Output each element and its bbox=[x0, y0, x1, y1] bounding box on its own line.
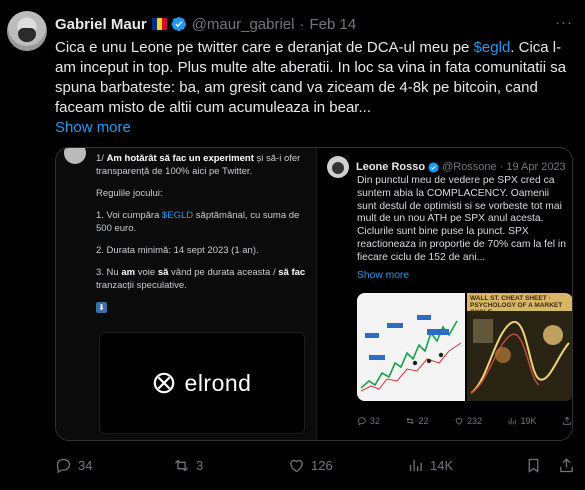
quoted-text: Din punctul meu de vedere pe SPX cred ca… bbox=[357, 175, 566, 263]
screenshot-line: 1/ bbox=[96, 153, 107, 164]
share-icon bbox=[560, 457, 573, 472]
separator-dot: · bbox=[499, 161, 504, 173]
quoted-retweet[interactable]: 22 bbox=[405, 416, 429, 426]
like-count: 126 bbox=[311, 457, 333, 473]
quoted-actions: 32 22 232 19K bbox=[357, 416, 572, 426]
heart-icon bbox=[455, 418, 463, 425]
rule-text: 2. Durata minimă: 14 sept 2023 (1 an). bbox=[96, 245, 259, 256]
quoted-views-count: 19K bbox=[520, 416, 537, 426]
tweet-date[interactable]: Feb 14 bbox=[309, 16, 356, 33]
heart-icon bbox=[290, 459, 303, 472]
screenshot-image-left[interactable]: 1/ Am hotărât să fac un experiment și să… bbox=[56, 148, 316, 440]
media-container[interactable]: 1/ Am hotărât să fac un experiment și să… bbox=[55, 147, 573, 441]
elrond-logo-card: elrond bbox=[99, 332, 305, 434]
rule-bold: să fac bbox=[278, 267, 306, 278]
author-avatar[interactable] bbox=[7, 11, 47, 51]
tweet-header: Gabriel Maur @maur_gabriel · Feb 14 bbox=[55, 14, 356, 34]
bookmark-button[interactable] bbox=[525, 457, 542, 474]
quoted-retweet-count: 22 bbox=[418, 416, 429, 426]
like-button[interactable]: 126 bbox=[288, 457, 333, 474]
cashtag-link[interactable]: $egld bbox=[474, 39, 511, 56]
quoted-reply[interactable]: 32 bbox=[357, 416, 380, 426]
views-button[interactable]: 14K bbox=[407, 457, 453, 474]
screenshot-avatar bbox=[64, 148, 86, 164]
retweet-icon bbox=[406, 417, 415, 425]
quoted-handle: @Rossone bbox=[442, 161, 497, 173]
share-button[interactable] bbox=[558, 457, 575, 474]
romania-flag-icon bbox=[151, 18, 167, 30]
quoted-like-count: 232 bbox=[466, 416, 482, 426]
rule-text: 1. Voi cumpăra bbox=[96, 210, 163, 221]
quoted-name: Leone Rosso bbox=[356, 161, 426, 173]
quoted-share[interactable] bbox=[562, 416, 572, 426]
verified-badge-icon bbox=[428, 161, 439, 173]
views-count: 14K bbox=[430, 457, 454, 473]
author-name[interactable]: Gabriel Maur bbox=[55, 16, 147, 33]
spx-chart-graphic bbox=[357, 293, 465, 401]
retweet-icon bbox=[175, 459, 188, 471]
tweet-text-part: Cica e unu Leone pe twitter care e deran… bbox=[55, 39, 474, 56]
more-options-icon[interactable]: ··· bbox=[555, 14, 573, 31]
verified-badge-icon bbox=[171, 17, 186, 32]
show-more-link[interactable]: Show more bbox=[55, 119, 131, 136]
down-arrow-icon: ⬇ bbox=[96, 302, 107, 313]
quoted-avatar bbox=[327, 156, 349, 178]
elrond-logo-icon bbox=[153, 372, 174, 394]
tweet-actions: 34 3 126 14K bbox=[55, 453, 575, 477]
screenshot-text: 1/ Am hotărât să fac un experiment și să… bbox=[96, 152, 306, 323]
quoted-like[interactable]: 232 bbox=[454, 416, 482, 426]
quoted-views[interactable]: 19K bbox=[507, 416, 536, 426]
quoted-show-more[interactable]: Show more bbox=[357, 270, 409, 281]
elrond-wordmark: elrond bbox=[184, 369, 252, 396]
rule-bold: să bbox=[157, 267, 169, 278]
quoted-reply-count: 32 bbox=[370, 416, 381, 426]
spx-chart-image[interactable] bbox=[357, 293, 465, 401]
quoted-tweet[interactable]: Leone Rosso @Rossone · 19 Apr 2023 Din p… bbox=[316, 148, 572, 440]
screenshot-line-bold: Am hotărât să fac un experiment bbox=[106, 153, 254, 164]
reply-icon bbox=[56, 458, 71, 473]
rule-text: tranzacții speculative. bbox=[96, 280, 187, 291]
rule-cashtag: $EGLD bbox=[162, 210, 194, 221]
rule-text: 3. Nu bbox=[96, 267, 122, 278]
bookmark-icon bbox=[528, 458, 539, 473]
reply-icon bbox=[358, 417, 366, 426]
rule-bold: am bbox=[121, 267, 136, 278]
reply-count: 34 bbox=[78, 457, 93, 473]
market-cycle-image[interactable]: WALL ST. CHEAT SHEET · PSYCHOLOGY OF A M… bbox=[467, 293, 572, 401]
tweet-text: Cica e unu Leone pe twitter care e deran… bbox=[55, 38, 577, 118]
rule-text: vând pe durata aceasta / bbox=[168, 267, 279, 278]
share-icon bbox=[563, 416, 571, 425]
rules-title: Regulile jocului: bbox=[96, 188, 163, 199]
views-icon bbox=[409, 459, 422, 471]
author-handle[interactable]: @maur_gabriel bbox=[192, 16, 295, 33]
retweet-count: 3 bbox=[196, 457, 204, 473]
reply-button[interactable]: 34 bbox=[55, 457, 92, 474]
quoted-date: 19 Apr 2023 bbox=[506, 161, 566, 173]
rule-text: voie bbox=[135, 267, 158, 278]
market-cycle-title: WALL ST. CHEAT SHEET · PSYCHOLOGY OF A M… bbox=[470, 295, 563, 316]
separator-dot: · bbox=[299, 15, 305, 33]
views-icon bbox=[509, 418, 517, 425]
retweet-button[interactable]: 3 bbox=[173, 457, 203, 474]
